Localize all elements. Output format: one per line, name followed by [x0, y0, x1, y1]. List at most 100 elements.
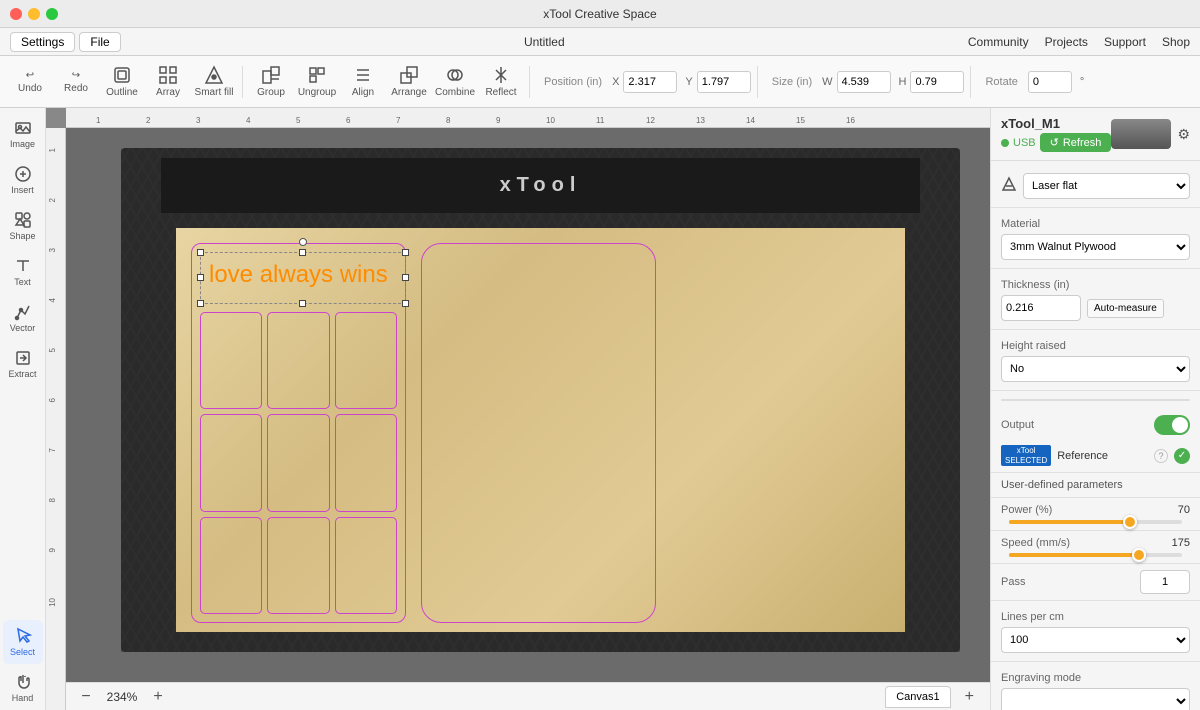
ungroup-tool[interactable]: Ungroup	[295, 60, 339, 104]
connection-type: USB	[1013, 137, 1036, 149]
rotate-input[interactable]	[1028, 71, 1072, 93]
add-tab-btn[interactable]: +	[959, 686, 980, 708]
laser-icon	[1001, 176, 1017, 192]
device-name: xTool_M1	[1001, 116, 1060, 131]
speed-slider-row	[1001, 553, 1190, 557]
handle-ml[interactable]	[197, 274, 204, 281]
device-status-row: USB ↺ Refresh	[1001, 133, 1111, 152]
hand-tool[interactable]: Hand	[3, 666, 43, 710]
zoom-out-btn[interactable]: −	[76, 687, 96, 707]
handle-tl[interactable]	[197, 249, 204, 256]
ruler-horizontal: 1 2 3 4 5 6 7 8 9 10 11 12 13 14 15 16	[66, 108, 990, 128]
material-select[interactable]: 3mm Walnut Plywood	[1001, 234, 1190, 260]
traffic-light-red[interactable]	[10, 8, 22, 20]
smart-fill-tool[interactable]: Smart fill	[192, 60, 236, 104]
reference-label: Reference	[1057, 450, 1148, 462]
traffic-light-yellow[interactable]	[28, 8, 40, 20]
w-input[interactable]	[837, 71, 891, 93]
undo-tool[interactable]: ↩ Undo	[8, 60, 52, 104]
community-link[interactable]: Community	[968, 35, 1029, 49]
pass-label: Pass	[1001, 576, 1025, 588]
vector-tool[interactable]: Vector	[3, 296, 43, 340]
image-tool[interactable]: Image	[3, 112, 43, 156]
engrave-tab[interactable]: Engrave	[1064, 400, 1126, 401]
grid-cell-5	[267, 414, 329, 511]
speed-label: Speed (mm/s)	[1001, 537, 1070, 549]
power-thumb[interactable]	[1123, 515, 1137, 529]
device-right: ⚙	[1111, 119, 1190, 149]
reflect-tool[interactable]: Reflect	[479, 60, 523, 104]
canvas-content[interactable]: xTool	[66, 128, 990, 682]
text-tool[interactable]: Text	[3, 250, 43, 294]
panel-settings-btn[interactable]: ⚙	[1177, 126, 1190, 143]
speed-track[interactable]	[1009, 553, 1182, 557]
insert-tool[interactable]: Insert	[3, 158, 43, 202]
undo-icon: ↩	[26, 70, 34, 81]
lines-per-cm-select[interactable]: 100	[1001, 627, 1190, 653]
machine-background: xTool	[121, 148, 960, 652]
handle-bl[interactable]	[197, 300, 204, 307]
user-defined-params: User-defined parameters	[991, 473, 1200, 498]
refresh-btn[interactable]: ↺ Refresh	[1040, 133, 1112, 152]
device-info: xTool_M1 USB ↺ Refresh	[1001, 116, 1111, 152]
pass-input[interactable]	[1140, 570, 1190, 594]
extract-icon	[14, 349, 32, 367]
handle-br[interactable]	[402, 300, 409, 307]
canvas-area[interactable]: 1 2 3 4 5 6 7 8 9 10 11 12 13 14 15 16 1…	[46, 108, 990, 710]
lines-per-cm-label: Lines per cm	[1001, 611, 1064, 623]
w-label: W	[822, 76, 832, 88]
laser-type-section: Laser flat	[991, 161, 1200, 208]
output-toggle[interactable]	[1154, 415, 1190, 435]
refresh-icon: ↺	[1050, 136, 1059, 149]
projects-link[interactable]: Projects	[1045, 35, 1088, 49]
shop-link[interactable]: Shop	[1162, 35, 1190, 49]
zoom-in-btn[interactable]: +	[148, 687, 168, 707]
redo-tool[interactable]: ↪ Redo	[54, 60, 98, 104]
support-link[interactable]: Support	[1104, 35, 1146, 49]
align-tool[interactable]: Align	[341, 60, 385, 104]
handle-tr[interactable]	[402, 249, 409, 256]
thickness-input[interactable]	[1001, 295, 1081, 321]
grid-cell-1	[200, 312, 262, 409]
position-label: Position (in)	[544, 76, 602, 88]
xtool-selected-badge: xTool SELECTED	[1001, 445, 1051, 466]
height-raised-select[interactable]: No	[1001, 356, 1190, 382]
cut-tab[interactable]: Cut	[1127, 400, 1189, 401]
y-input[interactable]	[697, 71, 751, 93]
power-track[interactable]	[1009, 520, 1182, 524]
score-tab[interactable]: Score	[1002, 400, 1064, 401]
reference-check: ✓	[1174, 448, 1190, 464]
canvas-tab[interactable]: Canvas1	[885, 686, 950, 708]
handle-bm[interactable]	[299, 300, 306, 307]
settings-menu-btn[interactable]: Settings	[10, 32, 75, 52]
combine-tool[interactable]: Combine	[433, 60, 477, 104]
shape-tool[interactable]: Shape	[3, 204, 43, 248]
handle-mr[interactable]	[402, 274, 409, 281]
outline-tool[interactable]: Outline	[100, 60, 144, 104]
extract-tool[interactable]: Extract	[3, 342, 43, 386]
combine-label: Combine	[435, 87, 475, 98]
separator-2	[529, 66, 530, 98]
vector-label: Vector	[10, 323, 36, 333]
wood-surface[interactable]: love always wins	[176, 228, 905, 632]
handle-tm[interactable]	[299, 249, 306, 256]
thickness-row: Auto-measure	[1001, 295, 1190, 321]
select-tool[interactable]: Select	[3, 620, 43, 664]
x-input[interactable]	[623, 71, 677, 93]
auto-measure-btn[interactable]: Auto-measure	[1087, 299, 1164, 318]
group-tool[interactable]: Group	[249, 60, 293, 104]
speed-thumb[interactable]	[1132, 548, 1146, 562]
laser-type-select[interactable]: Laser flat	[1023, 173, 1190, 199]
array-tool[interactable]: Array	[146, 60, 190, 104]
refresh-label: Refresh	[1063, 137, 1102, 149]
height-raised-label: Height raised	[1001, 340, 1066, 352]
file-menu-btn[interactable]: File	[79, 32, 120, 52]
traffic-light-green[interactable]	[46, 8, 58, 20]
text-selection-box[interactable]: love always wins	[200, 252, 406, 304]
reference-info[interactable]: ?	[1154, 449, 1168, 463]
engraving-mode-select[interactable]	[1001, 688, 1190, 710]
rotate-handle[interactable]	[299, 238, 307, 246]
h-input[interactable]	[910, 71, 964, 93]
speed-section: Speed (mm/s) 175	[991, 531, 1200, 564]
arrange-tool[interactable]: Arrange	[387, 60, 431, 104]
